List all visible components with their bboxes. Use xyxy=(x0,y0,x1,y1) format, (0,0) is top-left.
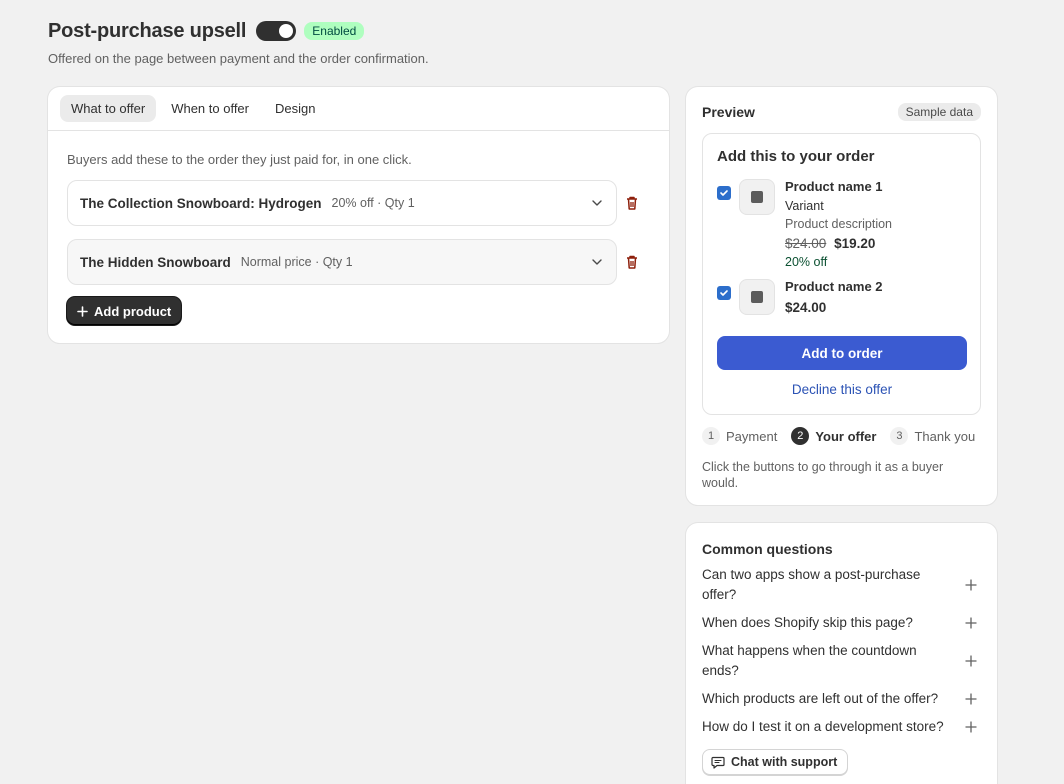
chat-support-button[interactable]: Chat with support xyxy=(702,749,849,775)
add-to-order-button[interactable]: Add to order xyxy=(717,336,967,370)
toggle-knob xyxy=(279,24,294,38)
product-row: The Hidden Snowboard Normal price · Qty … xyxy=(67,239,650,285)
item-name: Product name 1 xyxy=(785,179,883,194)
plus-icon xyxy=(965,655,977,667)
plus-icon xyxy=(965,721,977,733)
chevron-down-icon xyxy=(592,259,602,265)
step-number: 2 xyxy=(791,427,810,445)
offer-item: Product name 1 Variant Product descripti… xyxy=(717,179,966,269)
faq-card: Common questions Can two apps show a pos… xyxy=(686,523,997,784)
tab-when-to-offer[interactable]: When to offer xyxy=(160,95,260,122)
enabled-toggle[interactable] xyxy=(256,21,297,41)
decline-offer-link[interactable]: Decline this offer xyxy=(717,382,967,397)
offer-help-text: Buyers add these to the order they just … xyxy=(67,152,412,167)
product-meta: 20% off · Qty 1 xyxy=(331,196,415,210)
status-badge: Enabled xyxy=(304,22,365,40)
product-row: The Collection Snowboard: Hydrogen 20% o… xyxy=(67,180,650,226)
item-price: $24.00 xyxy=(785,300,827,315)
item-description: Product description xyxy=(785,217,893,231)
offer-heading: Add this to your order xyxy=(717,148,875,165)
page-subtitle: Offered on the page between payment and … xyxy=(48,51,429,66)
faq-question: How do I test it on a development store? xyxy=(702,719,944,734)
faq-title: Common questions xyxy=(702,541,833,557)
plus-icon xyxy=(965,693,977,705)
offer-item: Product name 2 $24.00 xyxy=(717,279,966,315)
product-image xyxy=(739,179,775,215)
item-name: Product name 2 xyxy=(785,279,883,294)
plus-icon xyxy=(965,579,977,591)
step-thank-you[interactable]: 3 Thank you xyxy=(890,427,975,445)
add-product-button[interactable]: Add product xyxy=(67,297,182,325)
product-meta: Normal price · Qty 1 xyxy=(240,255,353,269)
step-payment[interactable]: 1 Payment xyxy=(702,427,777,445)
tab-bar: What to offer When to offer Design xyxy=(48,87,669,131)
faq-question: When does Shopify skip this page? xyxy=(702,615,913,630)
item-price: $19.20 xyxy=(834,236,876,251)
faq-item[interactable]: What happens when the countdown ends? xyxy=(702,641,981,681)
item-old-price: $24.00 xyxy=(785,236,827,251)
page-title: Post-purchase upsell xyxy=(48,19,247,42)
product-image xyxy=(739,279,775,315)
faq-question: What happens when the countdown ends? xyxy=(702,643,917,678)
offer-preview: Add this to your order Product name 1 Va… xyxy=(702,133,981,415)
tab-what-to-offer[interactable]: What to offer xyxy=(60,95,157,122)
product-name: The Collection Snowboard: Hydrogen xyxy=(80,195,322,211)
delete-icon[interactable] xyxy=(625,195,639,211)
step-label: Thank you xyxy=(914,428,976,444)
item-checkbox[interactable] xyxy=(717,186,731,200)
faq-item[interactable]: Can two apps show a post-purchase offer? xyxy=(702,565,981,605)
checkout-steps: 1 Payment 2 Your offer 3 Thank you xyxy=(702,427,981,445)
product-collapsible[interactable]: The Collection Snowboard: Hydrogen 20% o… xyxy=(67,180,617,226)
preview-hint: Click the buttons to go through it as a … xyxy=(702,460,944,490)
step-number: 3 xyxy=(890,427,909,445)
tab-design[interactable]: Design xyxy=(264,95,326,122)
chat-icon xyxy=(711,756,725,769)
step-label: Payment xyxy=(726,428,778,444)
faq-item[interactable]: How do I test it on a development store? xyxy=(702,717,981,737)
faq-question: Can two apps show a post-purchase offer? xyxy=(702,567,921,602)
faq-question: Which products are left out of the offer… xyxy=(702,691,939,706)
item-variant: Variant xyxy=(785,199,824,213)
chevron-down-icon xyxy=(592,200,602,206)
item-discount: 20% off xyxy=(785,255,828,269)
product-collapsible[interactable]: The Hidden Snowboard Normal price · Qty … xyxy=(67,239,617,285)
step-number: 1 xyxy=(702,427,720,445)
preview-title: Preview xyxy=(702,104,755,120)
plus-icon xyxy=(965,617,977,629)
item-checkbox[interactable] xyxy=(717,286,731,300)
add-product-label: Add product xyxy=(94,303,172,319)
preview-card: Preview Sample data Add this to your ord… xyxy=(686,87,997,505)
sample-data-badge: Sample data xyxy=(897,103,981,121)
step-your-offer[interactable]: 2 Your offer xyxy=(791,427,876,445)
step-label: Your offer xyxy=(815,428,877,444)
page-header: Post-purchase upsell Enabled Offered on … xyxy=(48,18,429,67)
product-name: The Hidden Snowboard xyxy=(80,254,231,270)
faq-item[interactable]: When does Shopify skip this page? xyxy=(702,613,981,633)
delete-icon[interactable] xyxy=(625,254,639,270)
faq-item[interactable]: Which products are left out of the offer… xyxy=(702,689,981,709)
chat-support-label: Chat with support xyxy=(731,755,838,769)
plus-icon xyxy=(77,305,88,317)
offer-settings-card: What to offer When to offer Design Buyer… xyxy=(48,87,669,343)
